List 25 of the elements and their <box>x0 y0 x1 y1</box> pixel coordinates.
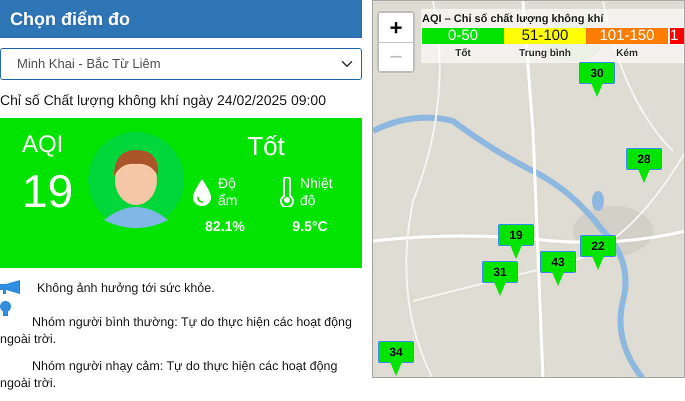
water-drop-icon <box>192 178 212 206</box>
legend-range: 1 <box>670 28 684 44</box>
legend-label: Tốt <box>454 46 472 60</box>
legend-title: AQI – Chỉ số chất lượng không khí <box>422 12 605 27</box>
temperature-label: Nhiệt độ <box>300 174 334 210</box>
temperature-value: 9.5°C <box>292 216 328 236</box>
humidity-value: 82.1% <box>205 216 245 236</box>
humidity-label: Độ ẩm <box>218 174 238 210</box>
station-select[interactable]: Minh Khai - Bắc Từ Liêm <box>0 48 362 80</box>
aqi-label: AQI <box>22 132 64 158</box>
legend-label: Trung bình <box>518 46 572 60</box>
reading-title: Chỉ số Chất lượng không khí ngày 24/02/2025 09:00 <box>0 91 327 110</box>
megaphone-icon <box>0 280 22 294</box>
panel-header: Chọn điểm đo <box>0 0 362 38</box>
legend-range: 51-100 <box>504 28 586 44</box>
legend-label: Kém <box>615 46 639 60</box>
thermometer-icon <box>280 177 294 208</box>
advice-text: Nhóm người nhạy cảm: Tự do thực hiện các hoạt động ngoài trời. <box>0 359 338 390</box>
advice-text: Nhóm người bình thường: Tự do thực hiện các hoạt động ngoài trời. <box>0 315 352 346</box>
legend-range: 0-50 <box>422 28 504 44</box>
advice-text: Không ảnh hưởng tới sức khỏe. <box>37 281 215 295</box>
lightbulb-icon <box>0 301 11 317</box>
legend-range: 101-150 <box>586 28 668 44</box>
aqi-value: 19 <box>22 164 74 220</box>
aqi-category: Tốt <box>247 132 285 161</box>
